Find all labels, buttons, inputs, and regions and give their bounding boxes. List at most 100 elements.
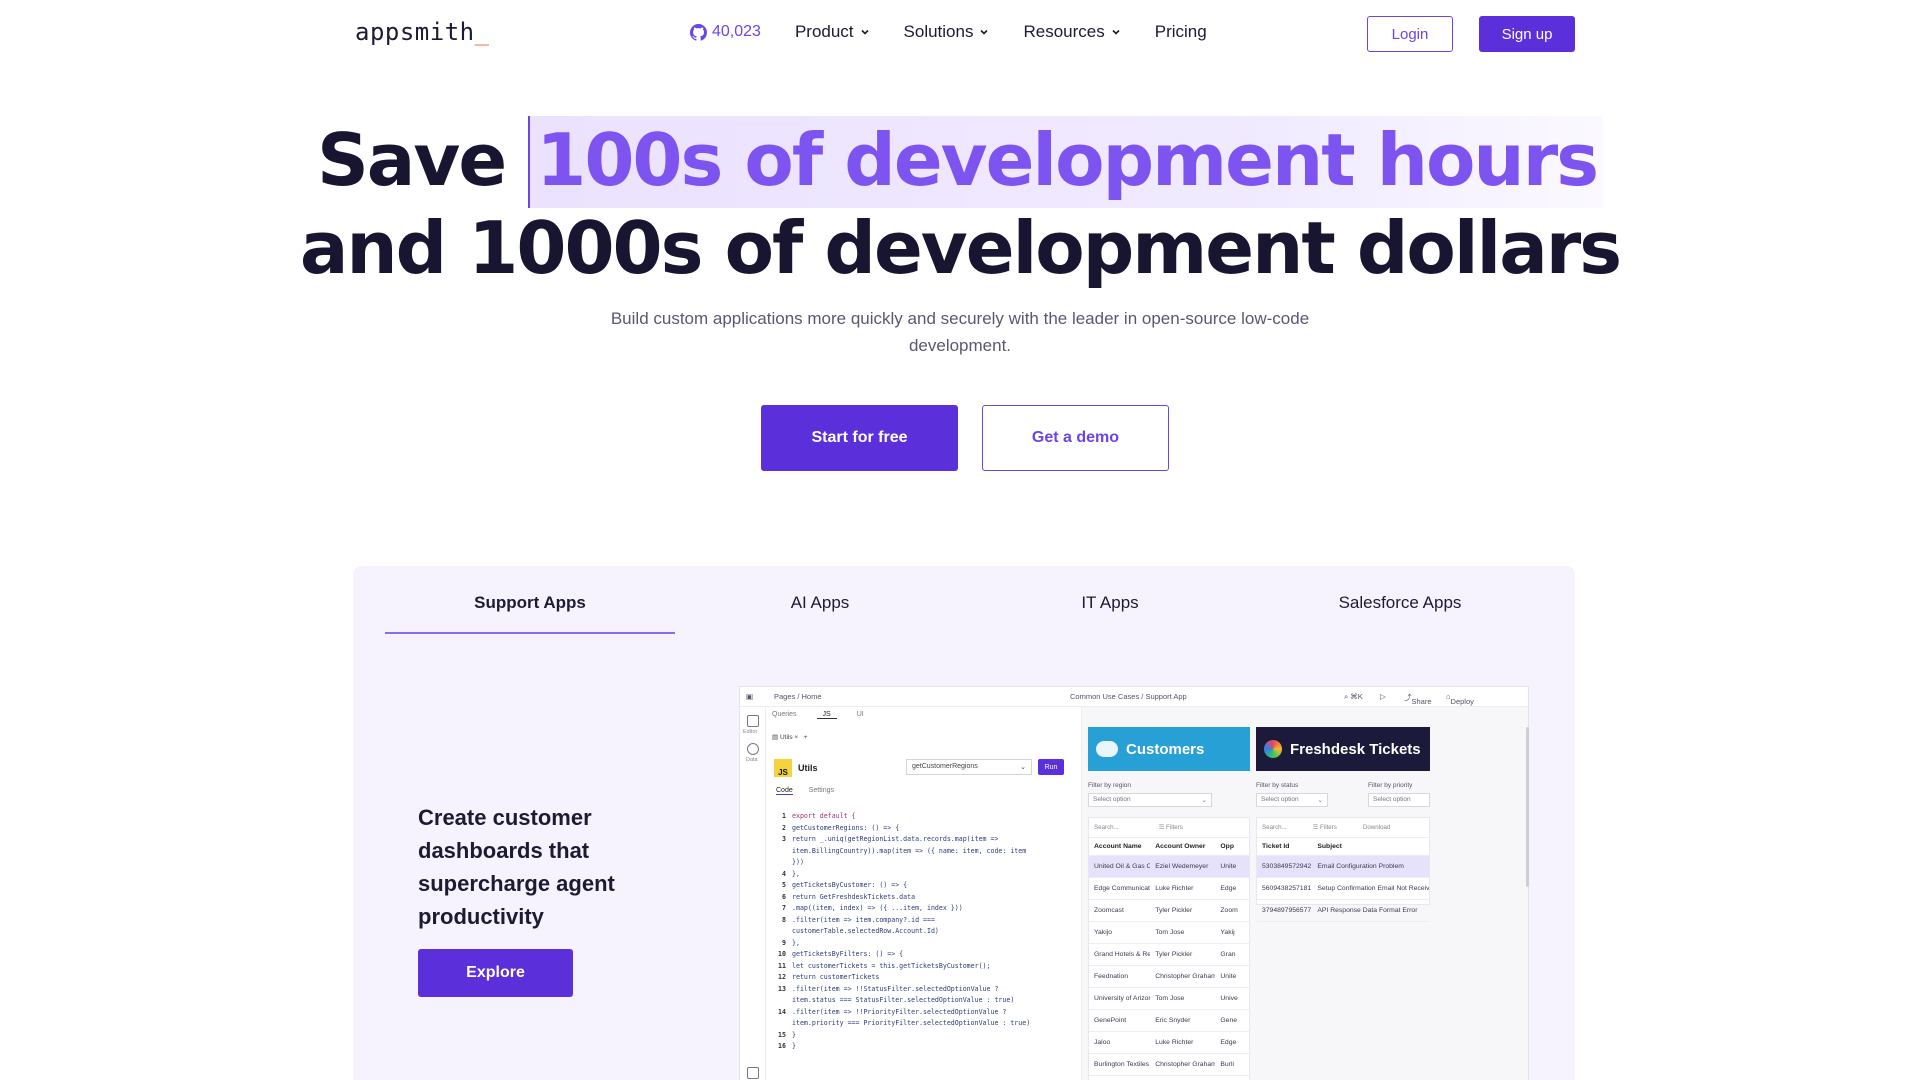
chevron-down-icon	[980, 29, 989, 35]
pages-breadcrumb[interactable]: Pages / Home	[774, 692, 822, 701]
login-button[interactable]: Login	[1367, 16, 1453, 52]
table-row[interactable]: Yakijo Tom Jose Yakij	[1089, 922, 1249, 944]
line-number: 16	[778, 1042, 786, 1050]
code-text: customerTable.selectedRow.Account.Id)	[792, 927, 939, 935]
table-row[interactable]: Edge Communications Luke Richter Edge	[1089, 878, 1249, 900]
appsmith-logo[interactable]: appsmith_	[355, 18, 490, 46]
table-row[interactable]: GenePoint Eric Snyder Gene	[1089, 1010, 1249, 1032]
customers-table[interactable]: Search... ☰ Filters Account Name Account O…	[1088, 817, 1250, 1080]
region-filter-select[interactable]: Select option ⌄	[1088, 793, 1212, 807]
table-search[interactable]: Search...	[1094, 824, 1119, 831]
code-line: item.status === StatusFilter.selectedOpt…	[772, 995, 1072, 1007]
tickets-table[interactable]: Search... ☰ Filters Download Ticket Id Subj…	[1256, 817, 1430, 922]
table-cell: Yakij	[1220, 929, 1235, 936]
table-row[interactable]: Grand Hotels & Resor... Tyler Pickler Gran	[1089, 944, 1249, 966]
code-editor[interactable]: 1 export default {2 getCustomerRegions: (…	[772, 811, 1072, 1053]
explore-button[interactable]: Explore	[418, 949, 573, 997]
filters-button[interactable]: ☰ Filters	[1313, 824, 1337, 831]
app-sidebar: Editor Data	[740, 707, 766, 1080]
column-header[interactable]: Opp	[1215, 843, 1249, 850]
tab-queries[interactable]: Queries	[772, 711, 797, 719]
table-cell: Unite	[1220, 973, 1237, 980]
download-button[interactable]: Download	[1363, 824, 1391, 831]
table-cell: Feednation	[1094, 973, 1129, 980]
line-number: 14	[778, 1007, 786, 1016]
column-header[interactable]: Account Owner	[1150, 843, 1215, 850]
table-row[interactable]: Burlington Textiles Cor... Christopher Gr…	[1089, 1054, 1249, 1076]
table-row[interactable]: Jaloo Luke Richter Edge	[1089, 1032, 1249, 1054]
code-line: customerTable.selectedRow.Account.Id)	[772, 926, 1072, 938]
scrollbar[interactable]	[1526, 727, 1529, 887]
table-row[interactable]: 5609438257181 Setup Confirmation Email No…	[1257, 878, 1429, 900]
line-number: 1	[782, 812, 786, 820]
database-icon[interactable]	[747, 743, 759, 755]
freshdesk-header: Freshdesk Tickets	[1256, 727, 1430, 771]
tab-code[interactable]: Code	[776, 787, 793, 795]
function-select[interactable]: getCustomerRegions ⌄	[906, 759, 1032, 775]
table-search[interactable]: Search...	[1262, 824, 1287, 831]
deploy-button[interactable]: ⌂ Deploy	[1446, 692, 1474, 706]
nav-resources[interactable]: Resources	[1023, 22, 1120, 42]
start-for-free-button[interactable]: Start for free	[761, 405, 958, 471]
status-filter-select[interactable]: Select option ⌄	[1256, 793, 1328, 807]
table-cell: United Oil & Gas Corp.	[1094, 863, 1151, 870]
code-line: 13 .filter(item => !!StatusFilter.select…	[772, 984, 1072, 996]
github-stars-link[interactable]: 40,023	[690, 23, 761, 41]
line-number	[772, 1018, 792, 1030]
code-text: },	[792, 869, 800, 878]
code-line: 15 }	[772, 1030, 1072, 1042]
code-text: getTicketsByFilters: () => {	[792, 950, 904, 958]
table-cell: Edge	[1220, 1039, 1237, 1046]
table-cell: Eric Snyder	[1155, 1017, 1191, 1024]
nav-solutions[interactable]: Solutions	[904, 22, 990, 42]
search-icon[interactable]: ⌕ ⌘K	[1344, 692, 1363, 702]
table-cell: Zoom	[1220, 907, 1238, 914]
share-button[interactable]: ⤴ Share	[1404, 692, 1432, 706]
tab-ui[interactable]: UI	[857, 711, 864, 719]
code-text: .filter(item => !!PriorityFilter.selecte…	[792, 1007, 1007, 1016]
js-icon: JS	[774, 759, 792, 777]
tab-it-apps[interactable]: IT Apps	[965, 566, 1255, 634]
table-row[interactable]: Zoomcast Tyler Pickler Zoom	[1089, 900, 1249, 922]
table-row[interactable]: Feednation Christopher Graham Unite	[1089, 966, 1249, 988]
salesforce-cloud-icon	[1096, 741, 1118, 757]
tab-salesforce-apps[interactable]: Salesforce Apps	[1255, 566, 1545, 634]
code-text: return _.uniq(getRegionList.data.records…	[792, 835, 999, 843]
tickets-table-toolbar: Search... ☰ Filters Download	[1257, 818, 1429, 838]
signup-button[interactable]: Sign up	[1479, 16, 1575, 52]
table-cell: 3794897956577	[1262, 907, 1312, 914]
table-cell: GenePoint	[1094, 1017, 1127, 1024]
table-row[interactable]: 5303849572942 Email Configuration Problem	[1257, 856, 1429, 878]
priority-filter-select[interactable]: Select option	[1368, 793, 1430, 807]
table-cell: 5609438257181	[1262, 885, 1312, 892]
file-tab-utils[interactable]: ▤ Utils × +	[772, 733, 807, 741]
run-button[interactable]: Run	[1038, 759, 1064, 775]
tab-ai-apps[interactable]: AI Apps	[675, 566, 965, 634]
filters-button[interactable]: ☰ Filters	[1159, 824, 1183, 831]
package-icon[interactable]	[747, 1067, 759, 1079]
nav-product[interactable]: Product	[795, 22, 870, 42]
code-line: item.BillingCountry)).map(item => ({ nam…	[772, 846, 1072, 858]
line-number: 12	[778, 973, 786, 981]
table-cell: Burli	[1220, 1061, 1234, 1068]
code-line: 2 getCustomerRegions: () => {	[772, 823, 1072, 835]
table-cell: Tom Jose	[1155, 929, 1185, 936]
column-header[interactable]: Ticket Id	[1257, 843, 1312, 850]
column-header[interactable]: Subject	[1312, 843, 1429, 850]
tab-js[interactable]: JS	[816, 711, 837, 719]
table-row[interactable]: United Oil & Gas Corp. Eziel Wedemeyer Uni…	[1089, 856, 1249, 878]
editor-icon[interactable]	[747, 715, 759, 727]
code-text: return customerTickets	[792, 973, 880, 981]
feature-description: Create customer dashboards that supercha…	[418, 805, 615, 929]
table-cell: Burlington Textiles Cor...	[1094, 1061, 1150, 1068]
tab-support-apps[interactable]: Support Apps	[385, 566, 675, 634]
column-header[interactable]: Account Name	[1089, 843, 1150, 850]
table-cell: Tyler Pickler	[1155, 907, 1193, 914]
table-row[interactable]: University of Arizona Tom Jose Unive	[1089, 988, 1249, 1010]
get-a-demo-button[interactable]: Get a demo	[982, 405, 1169, 471]
play-icon[interactable]: ▷	[1380, 692, 1386, 701]
nav-pricing[interactable]: Pricing	[1155, 22, 1207, 42]
sidebar-editor-label: Editor	[743, 729, 758, 735]
table-row[interactable]: 3794897956577 API Response Data Format Er…	[1257, 900, 1429, 922]
tab-settings[interactable]: Settings	[809, 787, 834, 795]
